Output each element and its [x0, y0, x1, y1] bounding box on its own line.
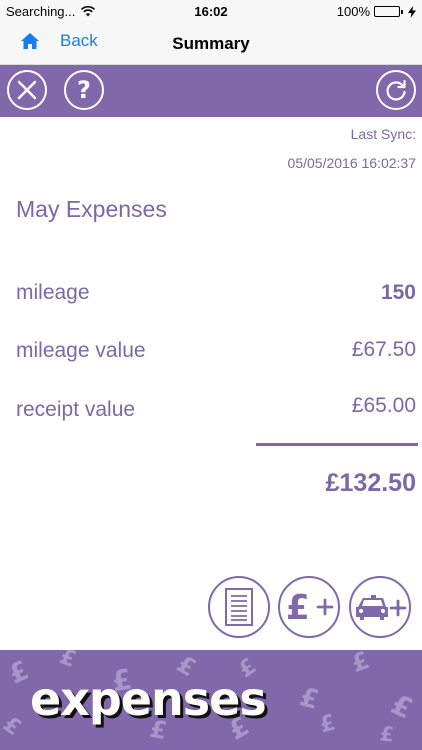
- mileage-value-label: mileage value: [16, 339, 146, 362]
- brand-logo: expenses: [30, 672, 267, 726]
- pound-pattern-icon: £: [317, 710, 339, 739]
- last-sync-label: Last Sync:: [350, 126, 416, 142]
- toolbar: ?: [0, 65, 422, 117]
- battery-percent: 100%: [336, 4, 370, 19]
- battery-icon: [374, 6, 403, 17]
- receipt-value-label: receipt value: [16, 398, 136, 421]
- add-mileage-button[interactable]: [349, 576, 411, 638]
- pound-pattern-icon: £: [378, 721, 395, 747]
- help-button[interactable]: ?: [64, 70, 104, 110]
- mileage-value: 150: [380, 281, 416, 304]
- mileage-label: mileage: [16, 281, 90, 304]
- brand-footer: £ £ £ £ £ £ £ £ £ £ £ £ £ expenses: [0, 650, 422, 750]
- add-pound-icon: £: [286, 588, 334, 627]
- pound-pattern-icon: £: [56, 650, 80, 673]
- summary-title: May Expenses: [16, 196, 167, 222]
- total-amount: £132.50: [325, 469, 416, 497]
- refresh-icon: [386, 79, 406, 101]
- close-icon: [17, 80, 37, 100]
- help-icon: ?: [77, 76, 91, 104]
- total-divider: [256, 443, 418, 446]
- refresh-button[interactable]: [376, 70, 416, 110]
- add-car-icon: [356, 595, 407, 620]
- receipt-value-amount: £65.00: [351, 394, 416, 417]
- navigation-bar: Back Summary: [0, 22, 422, 65]
- pound-pattern-icon: £: [0, 711, 26, 742]
- receipt-list-icon: [225, 588, 253, 626]
- receipts-list-button[interactable]: [208, 576, 270, 638]
- pound-pattern-icon: £: [347, 650, 373, 679]
- charging-icon: [408, 5, 416, 18]
- status-right: 100%: [337, 4, 416, 19]
- mileage-value-amount: £67.50: [351, 338, 416, 361]
- status-bar: Searching... 16:02 100%: [0, 0, 422, 22]
- pound-pattern-icon: £: [296, 682, 322, 716]
- svg-text:£: £: [286, 588, 310, 627]
- close-button[interactable]: [7, 70, 47, 110]
- pound-pattern-icon: £: [385, 687, 418, 726]
- add-expense-button[interactable]: £: [278, 576, 340, 638]
- page-title: Summary: [172, 34, 250, 53]
- last-sync-time: 05/05/2016 16:02:37: [287, 155, 416, 171]
